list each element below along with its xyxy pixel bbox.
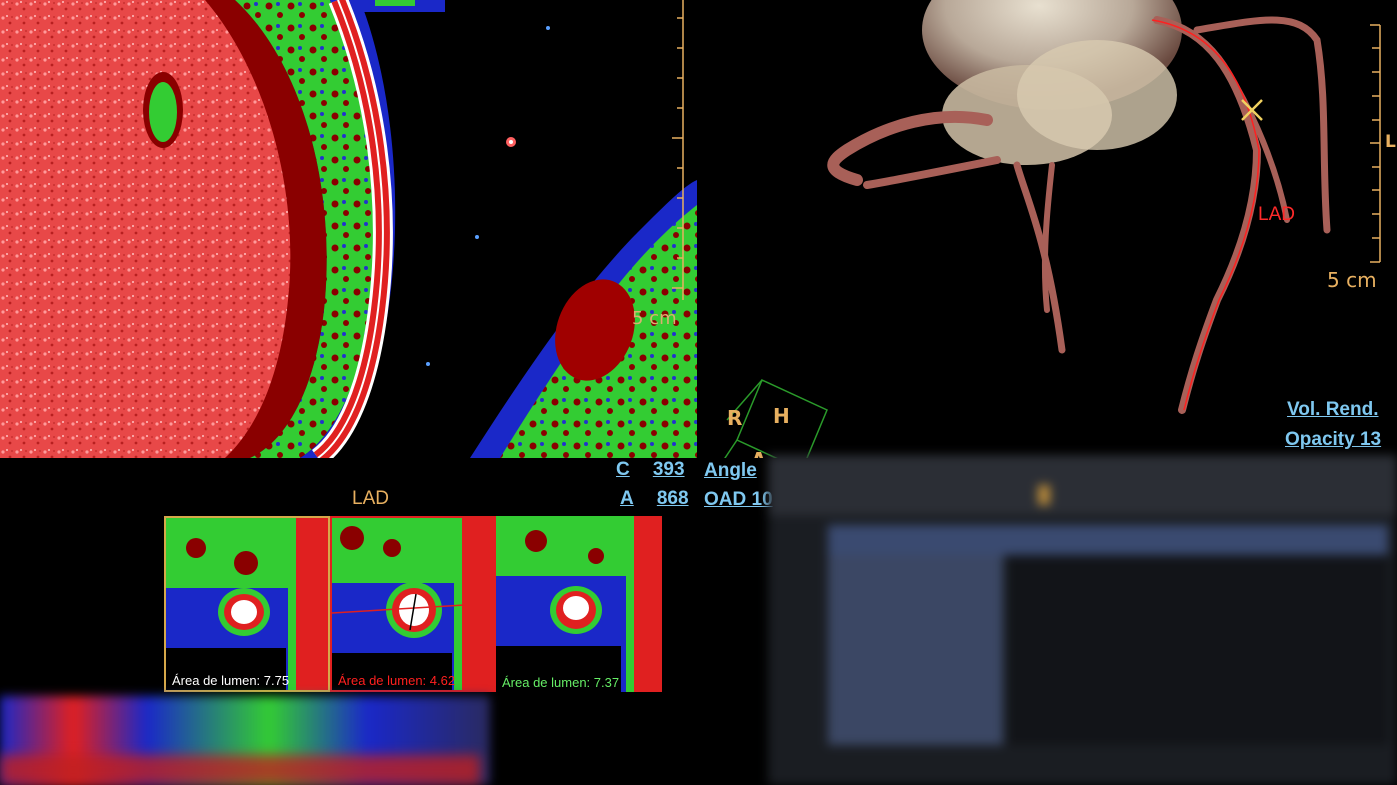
lumen-area-1: Área de lumen: 7.75 — [172, 673, 290, 688]
cross-section-panel-3[interactable]: Área de lumen: 7.37 — [496, 516, 662, 692]
volume-render-view[interactable]: LAD L 5 cm R H A — [697, 0, 1397, 458]
cross-section-image-3 — [496, 516, 662, 692]
mpr-scale-label: 5 cm — [632, 308, 677, 329]
cross-section-image-2 — [332, 518, 494, 690]
axis-label[interactable]: A — [620, 488, 634, 509]
center-readout[interactable]: C 393 — [616, 459, 685, 481]
mpr-image — [0, 0, 697, 458]
cross-section-strip[interactable]: Área de lumen: 7.75 Área de lumen: 4.62 — [164, 516, 664, 692]
cube-head-label: H — [773, 404, 790, 428]
orientation-left-label: L — [1385, 132, 1396, 152]
lumen-area-2: Área de lumen: 4.62 — [338, 673, 456, 688]
blurred-results-table — [768, 455, 1397, 785]
opacity-link[interactable]: Opacity 13 — [1285, 429, 1381, 451]
lumen-area-3: Área de lumen: 7.37 — [502, 675, 620, 690]
cross-section-title: LAD — [352, 488, 389, 509]
center-label[interactable]: C — [616, 459, 630, 480]
cross-section-panel-2[interactable]: Área de lumen: 4.62 — [330, 516, 496, 692]
cube-anterior-label: A — [751, 448, 766, 458]
oad-link[interactable]: OAD 10 — [704, 489, 773, 511]
vr-vessel-label: LAD — [1258, 204, 1295, 225]
blurred-bottom-strip-red — [0, 755, 480, 785]
cube-right-label: R — [727, 406, 743, 430]
axis-readout[interactable]: A 868 — [620, 488, 689, 510]
heart-3d-image — [724, 0, 1381, 458]
vr-scale-label: 5 cm — [1327, 268, 1377, 292]
axis-value[interactable]: 868 — [657, 488, 689, 509]
cross-section-image-1 — [166, 518, 328, 690]
render-mode-link[interactable]: Vol. Rend. — [1287, 399, 1378, 421]
angle-link[interactable]: Angle — [704, 460, 757, 482]
center-value[interactable]: 393 — [653, 459, 685, 480]
mpr-view[interactable]: R 5 cm — [0, 0, 697, 458]
cross-section-panel-1[interactable]: Área de lumen: 7.75 — [164, 516, 330, 692]
